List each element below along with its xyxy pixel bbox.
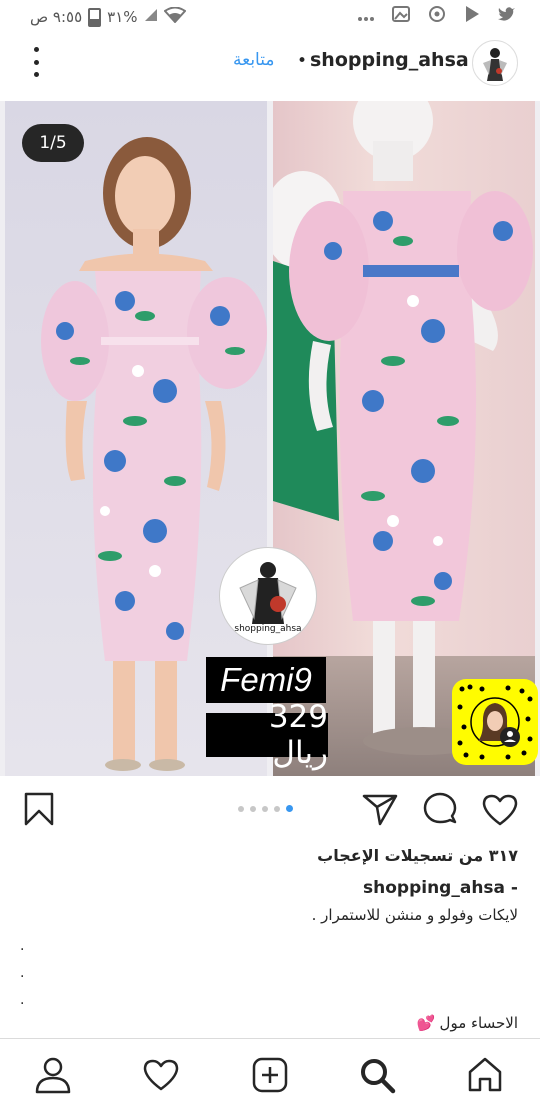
- price-label: 329 ريال: [206, 699, 328, 771]
- bottom-navigation: [0, 1038, 540, 1111]
- caption-dot: .: [20, 965, 25, 981]
- likes-count[interactable]: ٣١٧ من تسجيلات الإعجاب: [317, 846, 518, 865]
- status-time: ٩:٥٥ ص: [30, 8, 83, 26]
- product-code-label: Femi9: [206, 657, 326, 703]
- carousel-dot: [250, 805, 256, 812]
- activity-icon[interactable]: [142, 1058, 180, 1092]
- follow-button[interactable]: متابعة: [233, 50, 274, 70]
- twitter-icon: [498, 6, 516, 26]
- carousel-dot-active: [286, 805, 293, 812]
- snapchat-code: [452, 679, 538, 765]
- carousel-dots: [238, 805, 293, 812]
- carousel-dot: [274, 805, 280, 812]
- separator-dot: •: [297, 51, 308, 71]
- caption-username[interactable]: shopping_ahsa -: [363, 878, 518, 898]
- profile-icon[interactable]: [34, 1056, 72, 1094]
- caption-dot: .: [20, 992, 25, 1008]
- more-dots-icon: [358, 7, 374, 26]
- new-post-icon[interactable]: [251, 1056, 289, 1094]
- heart-emoji: 💕: [416, 1014, 436, 1032]
- status-bar: ٩:٥٥ ص ٣١%: [0, 0, 540, 34]
- caption-location: الاحساء مول 💕: [417, 1014, 518, 1032]
- carousel-dot: [262, 805, 268, 812]
- like-heart-icon[interactable]: [481, 793, 519, 827]
- home-icon[interactable]: [466, 1055, 504, 1093]
- post-username[interactable]: shopping_ahsa: [310, 49, 469, 71]
- battery-icon: [88, 7, 102, 27]
- caption-text: لايكات وفولو و منشن للاستمرار .: [311, 906, 518, 924]
- more-options-icon[interactable]: [26, 47, 46, 77]
- wifi-icon: [163, 6, 187, 27]
- signal-icon: [144, 8, 158, 26]
- caption-dot: .: [20, 938, 25, 954]
- post-action-bar: [0, 786, 540, 834]
- sync-icon: [428, 5, 446, 27]
- carousel-dot: [238, 805, 244, 812]
- post-header: متابعة • shopping_ahsa: [0, 34, 540, 94]
- battery-level: ٣١%: [107, 8, 138, 26]
- share-icon[interactable]: [362, 792, 398, 826]
- status-left: ٩:٥٥ ص ٣١%: [30, 6, 187, 28]
- carousel-counter: 1/5: [22, 124, 84, 162]
- image-icon: [392, 6, 410, 26]
- status-right: [358, 5, 516, 27]
- avatar[interactable]: [472, 40, 518, 86]
- post-photo[interactable]: 1/5 shopping_ahsa Femi9 329 ريال: [0, 101, 540, 776]
- logo-caption: shopping_ahsa: [234, 624, 302, 634]
- caption-location-text: الاحساء مول: [439, 1014, 518, 1032]
- search-icon[interactable]: [358, 1056, 396, 1094]
- play-store-icon: [464, 5, 480, 27]
- bookmark-icon[interactable]: [24, 792, 54, 826]
- comment-icon[interactable]: [422, 792, 458, 828]
- store-logo-watermark: shopping_ahsa: [219, 547, 317, 645]
